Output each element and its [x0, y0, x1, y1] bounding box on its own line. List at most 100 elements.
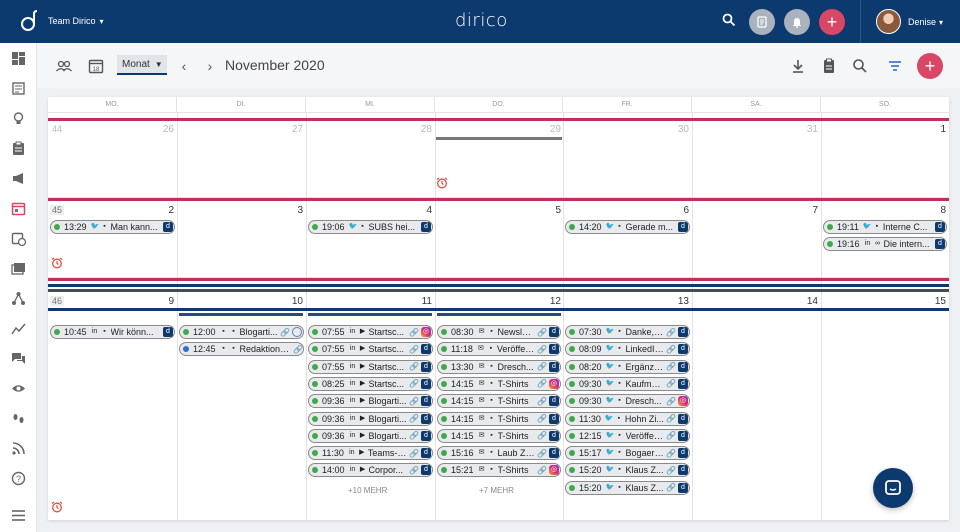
status-dot — [441, 467, 447, 474]
messages-icon[interactable] — [11, 351, 26, 366]
campaign-bar[interactable] — [48, 289, 949, 292]
menu-icon[interactable] — [11, 508, 26, 523]
alarm-icon[interactable] — [436, 177, 448, 189]
campaign-bar[interactable] — [48, 284, 949, 287]
post-chip[interactable]: 14:15 ✉ ▪ T-Shirts 🔗 d — [437, 428, 561, 443]
more-posts-link[interactable]: +7 MEHR — [479, 486, 514, 495]
team-switcher[interactable]: Team Dirico ▾ — [48, 16, 104, 26]
filter-icon[interactable] — [886, 57, 904, 75]
clipboard-icon[interactable] — [11, 141, 26, 156]
download-icon[interactable] — [789, 57, 807, 75]
more-posts-link[interactable]: +10 MEHR — [348, 486, 387, 495]
network-icon[interactable] — [11, 291, 26, 306]
post-chip[interactable]: 08:20🐦▪ Ergänzen ...🔗d — [565, 359, 690, 374]
post-chip[interactable]: 08:30 ✉ ▪ Newsletter ...🔗d — [437, 325, 561, 339]
notes-button[interactable] — [749, 9, 775, 35]
create-button[interactable]: + — [819, 9, 845, 35]
campaign-bar[interactable] — [48, 118, 949, 121]
view-select[interactable]: Monat ▼ — [117, 55, 167, 75]
post-chip[interactable]: 19:11 🐦 ▪ Interne C... d — [823, 220, 947, 234]
posts-icon[interactable] — [11, 81, 26, 96]
post-chip[interactable]: 14:20 🐦 ▪ Gerade m... d — [565, 220, 690, 234]
megaphone-icon[interactable] — [11, 171, 26, 186]
campaign-bar[interactable] — [48, 308, 949, 311]
post-chip[interactable]: 11:30 in ▶Teams-Nac...🔗d — [308, 446, 433, 461]
post-chip[interactable]: 15:20 🐦 ▪ Klaus Z... 🔗 d — [565, 463, 690, 478]
post-chip[interactable]: 19:06 🐦 ▪ SUBS hei... d — [308, 220, 433, 234]
post-chip[interactable]: 08:09🐦▪ LinkedIn ...🔗d — [565, 342, 690, 357]
post-chip[interactable]: 09:36 in ▶ Blogarti... 🔗 d — [308, 394, 433, 409]
post-chip[interactable]: 07:55 in ▶ Startsc... 🔗 ◎ — [308, 325, 433, 339]
post-chip[interactable]: 14:00 in ▶ Corpor... 🔗 d — [308, 463, 433, 478]
post-chip[interactable]: 12:15🐦▪ Veröffentl...🔗d — [565, 428, 690, 443]
day-number: 11 — [421, 296, 432, 307]
post-label: T-Shirts — [497, 378, 529, 389]
eye-icon[interactable] — [11, 381, 26, 396]
event-bar[interactable] — [308, 313, 432, 316]
dirico-account-icon: d — [935, 239, 945, 250]
linkedin-icon: in — [864, 240, 871, 248]
analytics-icon[interactable] — [11, 321, 26, 336]
next-month-button[interactable]: › — [201, 57, 219, 75]
post-chip[interactable]: 15:17 🐦 ▪ Bogaert... 🔗 d — [565, 446, 690, 461]
link-icon: 🔗 — [666, 379, 676, 389]
footprints-icon[interactable] — [11, 411, 26, 426]
post-chip[interactable]: 12:45 ▪ ▪ Redaktions... 🔗 — [179, 342, 304, 357]
add-post-button[interactable]: + — [917, 53, 943, 79]
post-chip[interactable]: 09:36 in ▶ Blogarti... 🔗 d — [308, 428, 433, 443]
event-bar[interactable] — [179, 313, 303, 316]
rss-icon[interactable] — [11, 441, 26, 456]
campaign-bar[interactable] — [48, 198, 949, 201]
calendar-icon[interactable] — [11, 201, 26, 216]
post-chip[interactable]: 15:21 ✉ ▪ T-Shirts 🔗 ◎ — [437, 463, 561, 478]
dashboard-icon[interactable] — [11, 51, 26, 66]
avatar[interactable] — [876, 9, 901, 34]
post-chip[interactable]: 07:30🐦▪ Danke, ge...🔗d — [565, 325, 690, 339]
users-icon[interactable] — [55, 57, 73, 75]
comment-icon: ▪ — [222, 345, 225, 353]
post-chip[interactable]: 09:36 in ▶ Blogarti... 🔗 d — [308, 411, 433, 426]
post-chip[interactable]: 07:55 in ▶ Startsc... 🔗 d — [308, 342, 433, 357]
post-chip[interactable]: 07:55 in ▶ Startsc... 🔗 d — [308, 359, 433, 374]
day-number: 29 — [549, 124, 561, 135]
post-chip[interactable]: 11:30 🐦 ▪ Hohn Zi... 🔗 d — [565, 411, 690, 426]
post-chip[interactable]: 14:15 ✉ ▪ T-Shirts 🔗 d — [437, 411, 561, 426]
post-chip[interactable]: 12:00 ▪ ▪ Blogarti... 🔗 — [179, 325, 304, 339]
post-time: 13:30 — [451, 361, 474, 372]
event-bar[interactable] — [436, 137, 562, 140]
previous-month-button[interactable]: ‹ — [175, 57, 193, 75]
notifications-button[interactable] — [784, 9, 810, 35]
post-chip[interactable]: 15:16 ✉ ▪ Laub Zi... 🔗 d — [437, 446, 561, 461]
search-icon[interactable] — [851, 57, 869, 75]
alarm-icon[interactable] — [51, 501, 63, 513]
alarm-icon[interactable] — [51, 257, 63, 269]
schedule-icon[interactable] — [11, 231, 26, 246]
post-time: 15:17 — [579, 448, 602, 459]
link-icon: 🔗 — [409, 344, 419, 354]
youtube-icon: ▶ — [359, 449, 365, 457]
search-icon[interactable] — [722, 13, 736, 27]
post-chip[interactable]: 13:30 ✉ ▪ Dresch... 🔗 d — [437, 359, 561, 374]
comment-icon: ▪ — [490, 414, 493, 422]
dirico-logo[interactable] — [18, 9, 40, 33]
post-chip[interactable]: 09:30 🐦 ▪ Kaufma... 🔗 d — [565, 376, 690, 391]
user-menu[interactable]: Denise ▾ — [908, 17, 943, 27]
chat-button[interactable] — [873, 468, 913, 508]
post-chip[interactable]: 19:16 in ∞ Die intern... d — [823, 237, 947, 252]
event-bar[interactable] — [437, 313, 561, 316]
lightbulb-icon[interactable] — [11, 111, 26, 126]
campaign-bar[interactable] — [48, 278, 949, 281]
post-chip[interactable]: 08:25 in ▶ Startsc... 🔗 d — [308, 376, 433, 391]
day-number: 14 — [806, 296, 818, 307]
post-chip[interactable]: 09:30 🐦 ▪ Dresch... 🔗 ◎ — [565, 394, 690, 409]
post-chip[interactable]: 15:20 🐦 ▪ Klaus Z... 🔗 d — [565, 480, 690, 495]
post-chip[interactable]: 14:15 ✉ ▪ T-Shirts 🔗 ◎ — [437, 376, 561, 391]
media-library-icon[interactable] — [11, 261, 26, 276]
post-chip[interactable]: 13:29 🐦 ▪ Man kann... d — [50, 220, 175, 234]
clipboard-icon[interactable] — [820, 57, 838, 75]
help-icon[interactable]: ? — [11, 471, 26, 486]
post-chip[interactable]: 14:15 ✉ ▪ T-Shirts 🔗 d — [437, 394, 561, 409]
post-chip[interactable]: 10:45 in ▪ Wir könn... d — [50, 325, 175, 339]
post-chip[interactable]: 11:18 ✉ ▪Veröffentl...🔗d — [437, 342, 561, 357]
today-calendar-icon[interactable]: 18 — [87, 57, 105, 75]
